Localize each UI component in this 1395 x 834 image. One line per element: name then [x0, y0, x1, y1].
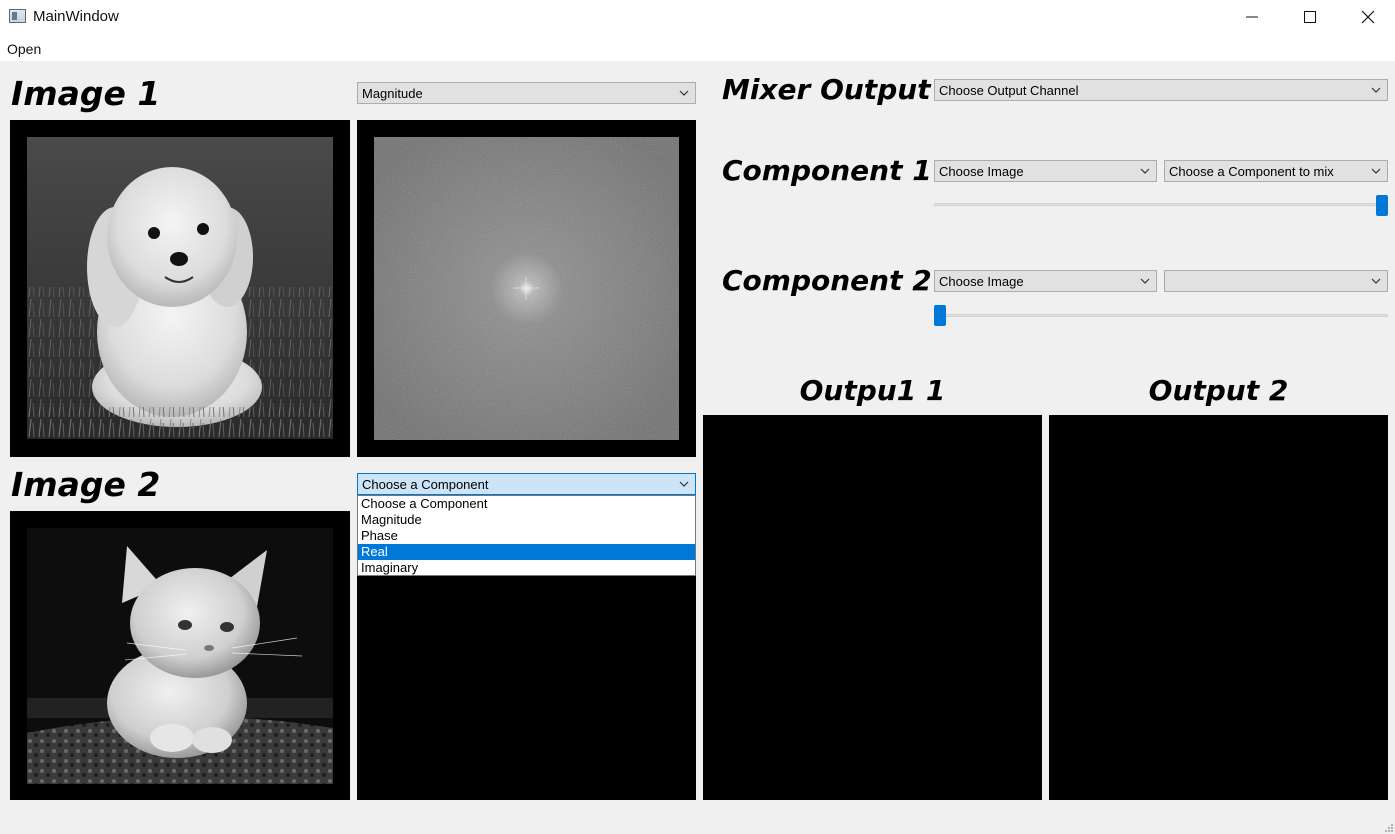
image2-photo-kitten — [27, 528, 333, 784]
image2-heading: Image 2 — [11, 465, 161, 504]
option-magnitude[interactable]: Magnitude — [358, 512, 695, 528]
image1-magnitude-spectrum — [374, 137, 679, 440]
menu-bar: Open — [0, 36, 1395, 61]
chevron-down-icon — [679, 481, 689, 487]
chevron-down-icon — [679, 90, 689, 96]
component1-image-value: Choose Image — [939, 164, 1024, 179]
chevron-down-icon — [1140, 278, 1150, 284]
mixer-output-heading: Mixer Output — [722, 73, 931, 106]
component1-heading: Component 1 — [722, 154, 932, 187]
minimize-icon — [1246, 16, 1258, 18]
component1-type-select[interactable]: Choose a Component to mix — [1164, 160, 1388, 182]
component2-ratio-slider[interactable] — [934, 314, 1388, 317]
image1-component-panel[interactable] — [357, 120, 696, 457]
app-window-icon — [9, 9, 26, 23]
close-icon — [1361, 10, 1375, 24]
option-choose-a-component[interactable]: Choose a Component — [358, 496, 695, 512]
option-phase[interactable]: Phase — [358, 528, 695, 544]
image2-component-dropdown[interactable]: Choose a Component Magnitude Phase Real … — [357, 495, 696, 576]
output1-panel[interactable] — [703, 415, 1042, 800]
resize-grip-icon[interactable] — [1383, 822, 1393, 832]
menu-open[interactable]: Open — [7, 41, 41, 57]
component2-image-select[interactable]: Choose Image — [934, 270, 1157, 292]
close-button[interactable] — [1339, 0, 1395, 34]
output-channel-select[interactable]: Choose Output Channel — [934, 79, 1388, 101]
component1-type-value: Choose a Component to mix — [1169, 164, 1334, 179]
image2-component-select[interactable]: Choose a Component — [357, 473, 696, 495]
maximize-button[interactable] — [1281, 0, 1339, 34]
image1-component-value: Magnitude — [362, 86, 423, 101]
image1-heading: Image 1 — [11, 74, 161, 113]
image1-original-panel[interactable] — [10, 120, 350, 457]
maximize-icon — [1304, 11, 1316, 23]
component2-slider-handle[interactable] — [934, 305, 946, 326]
output1-heading: Outpu1 1 — [799, 374, 946, 407]
image1-photo-puppy — [27, 137, 333, 439]
output2-panel[interactable] — [1049, 415, 1388, 800]
component2-heading: Component 2 — [722, 264, 932, 297]
title-bar: MainWindow — [0, 0, 1395, 36]
component1-slider-handle[interactable] — [1376, 195, 1388, 216]
image1-component-select[interactable]: Magnitude — [357, 82, 696, 104]
option-imaginary[interactable]: Imaginary — [358, 560, 695, 576]
output-channel-value: Choose Output Channel — [939, 83, 1079, 98]
window-title: MainWindow — [33, 8, 119, 25]
minimize-button[interactable] — [1223, 0, 1281, 34]
chevron-down-icon — [1371, 168, 1381, 174]
chevron-down-icon — [1140, 168, 1150, 174]
image2-component-value: Choose a Component — [362, 477, 489, 492]
option-real[interactable]: Real — [358, 544, 695, 560]
image2-original-panel[interactable] — [10, 511, 350, 800]
component1-ratio-slider[interactable] — [934, 203, 1388, 206]
component2-image-value: Choose Image — [939, 274, 1024, 289]
component2-type-select[interactable] — [1164, 270, 1388, 292]
output2-heading: Output 2 — [1148, 374, 1289, 407]
chevron-down-icon — [1371, 278, 1381, 284]
component1-image-select[interactable]: Choose Image — [934, 160, 1157, 182]
chevron-down-icon — [1371, 87, 1381, 93]
